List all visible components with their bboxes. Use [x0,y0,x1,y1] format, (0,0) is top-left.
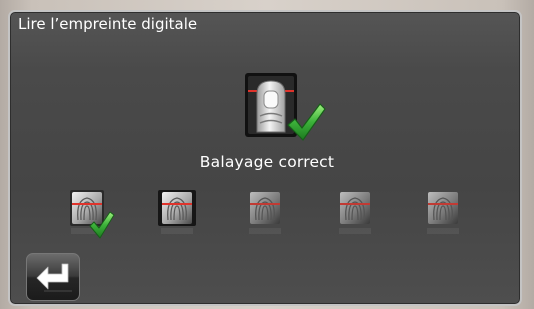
return-arrow-icon [36,263,72,292]
step-3-fingerprint-icon [246,186,306,246]
step-1-fingerprint-icon [68,186,128,246]
step-2-fingerprint-icon [158,186,218,246]
checkmark-icon [285,101,327,143]
step-4-fingerprint-icon [336,186,396,246]
window-title: Lire l’empreinte digitale [18,15,198,33]
scan-status-text: Balayage correct [199,153,335,171]
back-button[interactable] [26,253,80,301]
step-5-fingerprint-icon [424,186,484,246]
